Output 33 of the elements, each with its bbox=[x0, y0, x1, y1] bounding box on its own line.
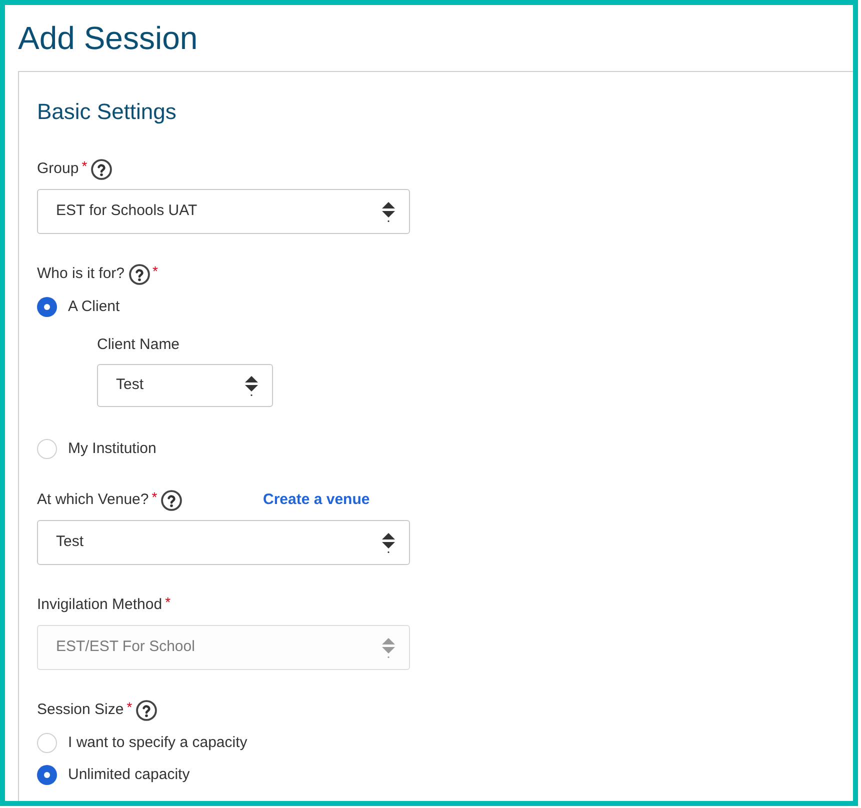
field-label: Client Name bbox=[97, 334, 180, 355]
up-down-arrows-icon bbox=[382, 638, 395, 658]
field-label: Invigilation Method bbox=[37, 594, 162, 615]
radio-button[interactable] bbox=[37, 765, 57, 785]
section-title: Basic Settings bbox=[37, 98, 178, 126]
help-icon[interactable] bbox=[128, 264, 150, 284]
select-field[interactable]: Test bbox=[37, 520, 410, 565]
select-field[interactable]: Test bbox=[97, 364, 273, 407]
required-asterisk: * bbox=[152, 263, 158, 279]
radio-label: A Client bbox=[68, 296, 120, 317]
required-asterisk: * bbox=[126, 699, 132, 715]
required-asterisk: * bbox=[82, 158, 88, 174]
select-field[interactable]: EST for Schools UAT bbox=[37, 189, 410, 234]
required-asterisk: * bbox=[152, 488, 158, 505]
radio-button[interactable] bbox=[37, 733, 57, 753]
radio-label: My Institution bbox=[68, 438, 156, 459]
field-label: Session Size bbox=[37, 700, 124, 720]
radio-button[interactable] bbox=[37, 297, 57, 317]
radio-button[interactable] bbox=[37, 439, 57, 459]
required-asterisk: * bbox=[165, 594, 171, 610]
page-title: Add Session bbox=[18, 19, 199, 58]
field-label: At which Venue? bbox=[37, 490, 149, 510]
field-label: Who is it for? bbox=[37, 264, 125, 284]
radio-label: Unlimited capacity bbox=[68, 764, 190, 785]
up-down-arrows-icon bbox=[245, 376, 258, 396]
help-icon[interactable] bbox=[161, 490, 182, 510]
create-venue-link[interactable]: Create a venue bbox=[263, 488, 370, 512]
help-icon[interactable] bbox=[91, 158, 112, 180]
help-icon[interactable] bbox=[136, 700, 158, 720]
up-down-arrows-icon bbox=[382, 532, 395, 552]
up-down-arrows-icon bbox=[382, 202, 395, 222]
radio-label: I want to specify a capacity bbox=[68, 732, 248, 753]
field-label: Group bbox=[37, 158, 79, 179]
